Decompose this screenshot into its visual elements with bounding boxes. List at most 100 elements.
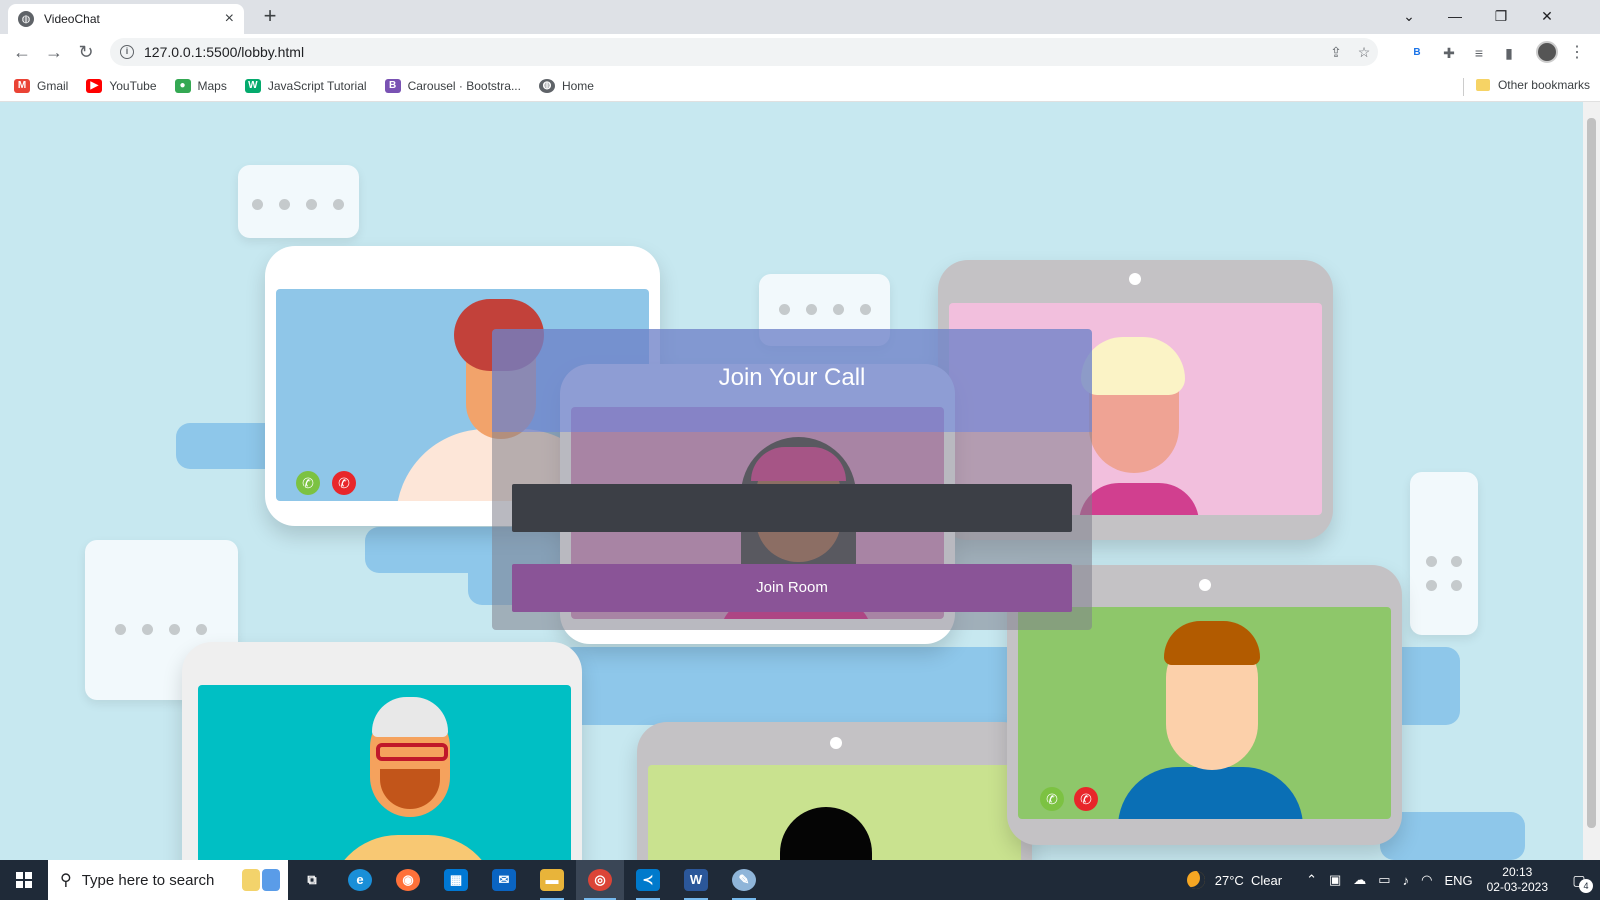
speech-bubble	[238, 165, 359, 238]
meet-now-icon[interactable]: ▣	[1329, 872, 1341, 888]
close-tab-icon[interactable]: ×	[225, 10, 234, 28]
tab-videochat[interactable]: ◍ VideoChat ×	[8, 4, 244, 34]
maps-icon: ●	[174, 78, 191, 93]
minimize-button[interactable]: —	[1432, 2, 1478, 30]
start-button[interactable]	[0, 860, 48, 900]
person-body	[1118, 767, 1303, 819]
typing-dots	[1426, 556, 1462, 567]
person-hair	[780, 807, 872, 860]
taskbar-app-file-explorer[interactable]: ▬	[528, 860, 576, 900]
bookmark-youtube[interactable]: ▶ YouTube	[86, 78, 157, 93]
bookmark-label: JavaScript Tutorial	[267, 78, 367, 93]
taskbar-app-chrome[interactable]: ◎	[576, 860, 624, 900]
language-indicator[interactable]: ENG	[1444, 873, 1472, 888]
tab-search-dropdown-icon[interactable]: ⌄	[1386, 2, 1432, 30]
bookmark-home[interactable]: ◍ Home	[538, 78, 594, 93]
camera-dot	[1129, 273, 1141, 285]
glasses-icon	[376, 743, 448, 761]
bookmark-gmail[interactable]: M Gmail	[14, 78, 69, 93]
extensions-puzzle-icon[interactable]: ✚	[1438, 42, 1460, 64]
taskbar-app-paint[interactable]: ✎	[720, 860, 768, 900]
bookmark-label: Gmail	[37, 78, 69, 93]
person-hair	[372, 697, 448, 737]
wifi-icon[interactable]: ◠	[1421, 872, 1432, 888]
taskbar-app-firefox[interactable]: ◉	[384, 860, 432, 900]
typing-dots	[1426, 580, 1462, 591]
video-tile-device	[182, 642, 582, 860]
system-clock[interactable]: 20:13 02-03-2023	[1487, 865, 1548, 895]
windows-taskbar: ⚲ Type here to search ⧉ e ◉ ▦ ✉ ▬ ◎ ≺ W …	[0, 860, 1600, 900]
clock-date: 02-03-2023	[1486, 880, 1548, 894]
chevron-up-icon[interactable]: ⌃	[1306, 872, 1317, 888]
clock-time: 20:13	[1502, 865, 1533, 879]
join-room-button[interactable]: Join Room	[512, 564, 1072, 612]
bookmark-javascript-tutorial[interactable]: W JavaScript Tutorial	[244, 78, 367, 93]
camera-dot	[1199, 579, 1211, 591]
taskbar-app-edge[interactable]: e	[336, 860, 384, 900]
taskbar-search[interactable]: ⚲ Type here to search	[48, 860, 288, 900]
taskbar-app-mail[interactable]: ✉	[480, 860, 528, 900]
onedrive-icon[interactable]: ☁	[1353, 872, 1366, 888]
new-tab-button[interactable]: +	[258, 4, 282, 28]
forward-button[interactable]: →	[42, 40, 66, 64]
profile-avatar[interactable]	[1536, 41, 1558, 63]
browser-toolbar: ← → ↻ i 127.0.0.1:5500/lobby.html ⇪ ☆ B …	[0, 34, 1600, 70]
video-screen	[198, 685, 571, 860]
w3schools-icon: W	[244, 78, 261, 93]
bookmarks-bar: M Gmail ▶ YouTube ● Maps W JavaScript Tu…	[0, 70, 1600, 102]
back-button[interactable]: ←	[10, 40, 34, 64]
reload-button[interactable]: ↻	[74, 40, 98, 64]
notification-center-button[interactable]: ▢ 4	[1558, 860, 1600, 900]
restore-button[interactable]: ❐	[1478, 2, 1524, 30]
page-scrollbar[interactable]	[1583, 102, 1600, 860]
paint-icon: ✎	[732, 869, 756, 891]
end-call-icon: ✆	[332, 471, 356, 495]
room-name-input[interactable]	[512, 484, 1072, 532]
video-tile-device	[637, 722, 1032, 860]
vscode-icon: ≺	[636, 869, 660, 891]
bookmark-maps[interactable]: ● Maps	[174, 78, 227, 93]
bookmark-star-icon[interactable]: ☆	[1350, 44, 1378, 61]
share-icon[interactable]: ⇪	[1322, 44, 1350, 61]
address-bar[interactable]: i 127.0.0.1:5500/lobby.html ⇪ ☆	[110, 38, 1378, 66]
extension-b-icon[interactable]: B	[1406, 42, 1428, 64]
close-window-button[interactable]: ✕	[1524, 2, 1570, 30]
windows-logo-icon	[16, 872, 32, 888]
bookmark-label: YouTube	[109, 78, 157, 93]
join-form: Join Room	[492, 432, 1092, 630]
edge-icon: e	[348, 869, 372, 891]
other-bookmarks-folder[interactable]: Other bookmarks	[1475, 78, 1590, 92]
site-info-icon[interactable]: i	[120, 45, 134, 59]
volume-icon[interactable]: ♪	[1403, 873, 1410, 888]
system-tray: 27°C Clear ⌃ ▣ ☁ ▭ ♪ ◠ ENG 20:13 02-03-2…	[1186, 860, 1600, 900]
bookmarks-divider	[1463, 78, 1464, 96]
mail-icon: ✉	[492, 869, 516, 891]
scrollbar-thumb[interactable]	[1587, 118, 1596, 828]
typing-dots	[115, 624, 207, 635]
search-icon: ⚲	[60, 872, 72, 889]
bookmark-carousel-bootstrap[interactable]: B Carousel · Bootstra...	[384, 78, 521, 93]
side-panel-icon[interactable]: ▮	[1498, 42, 1520, 64]
moon-icon	[1186, 871, 1205, 889]
taskbar-app-store[interactable]: ▦	[432, 860, 480, 900]
weather-widget[interactable]: 27°C Clear	[1186, 871, 1282, 889]
browser-menu-icon[interactable]: ⋮	[1566, 42, 1588, 64]
typing-dots	[252, 199, 344, 210]
bookmark-label: Carousel · Bootstra...	[407, 78, 521, 93]
taskbar-app-word[interactable]: W	[672, 860, 720, 900]
youtube-icon: ▶	[86, 78, 103, 93]
person-hair	[1081, 337, 1185, 395]
person-body	[1079, 483, 1199, 515]
taskbar-app-vscode[interactable]: ≺	[624, 860, 672, 900]
globe-icon: ◍	[538, 78, 555, 93]
gmail-icon: M	[14, 78, 30, 93]
bookmark-label: Home	[561, 78, 594, 93]
tab-title: VideoChat	[44, 12, 100, 26]
search-highlight-illustration	[242, 869, 280, 891]
browser-tabstrip: ◍ VideoChat × + ⌄ — ❐ ✕	[0, 0, 1600, 34]
chrome-icon: ◎	[588, 869, 612, 891]
task-view-button[interactable]: ⧉	[288, 860, 336, 900]
media-control-icon[interactable]: ≡	[1468, 42, 1490, 64]
url-text[interactable]: 127.0.0.1:5500/lobby.html	[144, 44, 1322, 60]
battery-icon[interactable]: ▭	[1378, 872, 1390, 888]
